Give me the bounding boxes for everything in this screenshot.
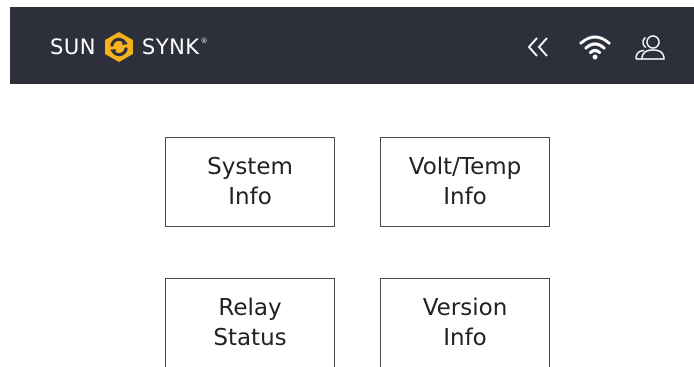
back-button[interactable] bbox=[522, 30, 556, 64]
system-info-label: System Info bbox=[207, 154, 293, 210]
sunsynk-logo-mark-icon bbox=[104, 32, 133, 62]
wifi-icon bbox=[579, 35, 611, 60]
top-bar: SUN SYNK ® bbox=[10, 7, 694, 84]
version-info-button[interactable]: Version Info bbox=[380, 278, 550, 367]
system-info-button[interactable]: System Info bbox=[165, 137, 335, 227]
version-info-label: Version Info bbox=[422, 295, 508, 351]
brand-logo: SUN SYNK ® bbox=[50, 31, 208, 63]
volt-temp-info-button[interactable]: Volt/Temp Info bbox=[380, 137, 550, 227]
brand-text-sun: SUN bbox=[50, 35, 96, 59]
relay-status-button[interactable]: Relay Status bbox=[165, 278, 335, 367]
brand-text-synk: SYNK bbox=[141, 35, 200, 59]
double-chevron-left-icon bbox=[527, 37, 548, 57]
registered-mark: ® bbox=[200, 37, 209, 45]
wifi-button[interactable] bbox=[578, 30, 612, 64]
screen: SUN SYNK ® System Info Volt/Temp Info Re… bbox=[0, 0, 694, 367]
users-icon bbox=[635, 35, 665, 60]
users-button[interactable] bbox=[633, 30, 667, 64]
volt-temp-info-label: Volt/Temp Info bbox=[408, 154, 522, 210]
relay-status-label: Relay Status bbox=[213, 295, 287, 351]
